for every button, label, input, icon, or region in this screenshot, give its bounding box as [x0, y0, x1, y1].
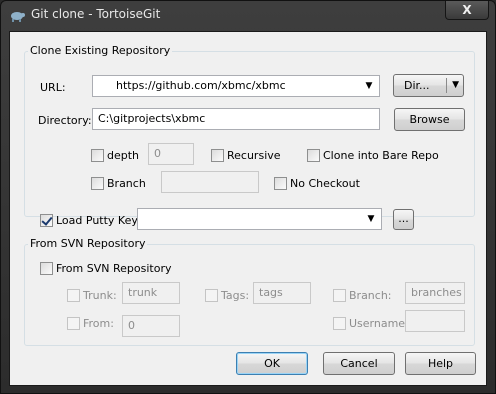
- trunk-checkbox[interactable]: [67, 289, 80, 302]
- url-value: https://github.com/xbmc/xbmc: [116, 79, 286, 92]
- close-icon: X: [462, 3, 472, 17]
- close-button[interactable]: X: [445, 1, 489, 20]
- tags-input[interactable]: tags: [253, 282, 311, 304]
- depth-label: depth: [107, 149, 140, 162]
- chevron-down-icon[interactable]: ▼: [364, 212, 378, 226]
- no-checkout-checkbox[interactable]: [274, 177, 287, 190]
- load-putty-key-checkbox[interactable]: [40, 214, 53, 227]
- svn-group-title: From SVN Repository: [28, 237, 148, 250]
- from-rev-input[interactable]: 0: [122, 315, 180, 337]
- tags-label: Tags:: [221, 289, 250, 302]
- ellipsis-label: ...: [398, 212, 409, 225]
- trunk-label: Trunk:: [83, 289, 117, 302]
- putty-key-combobox[interactable]: ▼: [137, 208, 382, 230]
- tags-checkbox[interactable]: [205, 289, 218, 302]
- url-label: URL:: [40, 81, 66, 94]
- from-rev-checkbox[interactable]: [67, 317, 80, 330]
- depth-input[interactable]: 0: [148, 143, 194, 165]
- from-rev-label: From:: [83, 317, 114, 330]
- url-combobox[interactable]: https://github.com/xbmc/xbmc ▼: [92, 75, 380, 97]
- dir-split-button[interactable]: Dir... ▼: [393, 74, 464, 97]
- from-svn-label: From SVN Repository: [56, 262, 172, 275]
- ok-button-label: OK: [264, 357, 280, 370]
- browse-button[interactable]: Browse: [394, 108, 465, 131]
- branch-input[interactable]: [161, 171, 259, 193]
- tags-value: tags: [259, 286, 283, 299]
- title-bar[interactable]: Git clone - TortoiseGit X: [1, 1, 495, 29]
- ok-button[interactable]: OK: [236, 352, 308, 375]
- tortoise-icon: [9, 7, 25, 23]
- trunk-value: trunk: [128, 286, 158, 299]
- username-checkbox[interactable]: [333, 317, 346, 330]
- window-title: Git clone - TortoiseGit: [31, 7, 161, 21]
- username-input[interactable]: [405, 310, 465, 332]
- recursive-label: Recursive: [227, 149, 281, 162]
- chevron-down-icon[interactable]: ▼: [362, 79, 376, 93]
- branch-svn-value: branches: [411, 286, 462, 299]
- branch-label: Branch: [107, 177, 146, 190]
- depth-value: 0: [154, 147, 161, 160]
- branch-svn-checkbox[interactable]: [333, 289, 346, 302]
- no-checkout-label: No Checkout: [290, 177, 360, 190]
- help-button-label: Help: [427, 357, 454, 370]
- dir-button-label: Dir...: [404, 79, 430, 92]
- depth-checkbox[interactable]: [91, 149, 104, 162]
- recursive-checkbox[interactable]: [211, 149, 224, 162]
- dialog-client-area: Clone Existing Repository URL: https://g…: [9, 31, 487, 386]
- directory-input[interactable]: C:\gitprojects\xbmc: [92, 108, 380, 130]
- putty-key-browse-button[interactable]: ...: [393, 209, 414, 230]
- trunk-input[interactable]: trunk: [122, 282, 180, 304]
- browse-button-label: Browse: [409, 113, 450, 126]
- load-putty-key-label: Load Putty Key: [56, 214, 138, 227]
- branch-checkbox[interactable]: [91, 177, 104, 190]
- directory-label: Directory:: [38, 114, 92, 127]
- chevron-down-icon[interactable]: ▼: [452, 75, 459, 96]
- directory-value: C:\gitprojects\xbmc: [98, 112, 206, 125]
- from-rev-value: 0: [128, 319, 135, 332]
- split-separator: [446, 78, 447, 93]
- branch-svn-label: Branch:: [349, 289, 392, 302]
- bare-repo-label: Clone into Bare Repo: [323, 149, 439, 162]
- clone-existing-group-title: Clone Existing Repository: [28, 44, 173, 57]
- username-label: Username:: [349, 317, 409, 330]
- cancel-button[interactable]: Cancel: [323, 352, 395, 375]
- dialog-window: Git clone - TortoiseGit X Clone Existing…: [0, 0, 496, 394]
- branch-svn-input[interactable]: branches: [405, 282, 465, 304]
- help-button[interactable]: Help: [405, 352, 476, 375]
- from-svn-checkbox[interactable]: [40, 262, 53, 275]
- bare-repo-checkbox[interactable]: [307, 149, 320, 162]
- cancel-button-label: Cancel: [340, 357, 378, 370]
